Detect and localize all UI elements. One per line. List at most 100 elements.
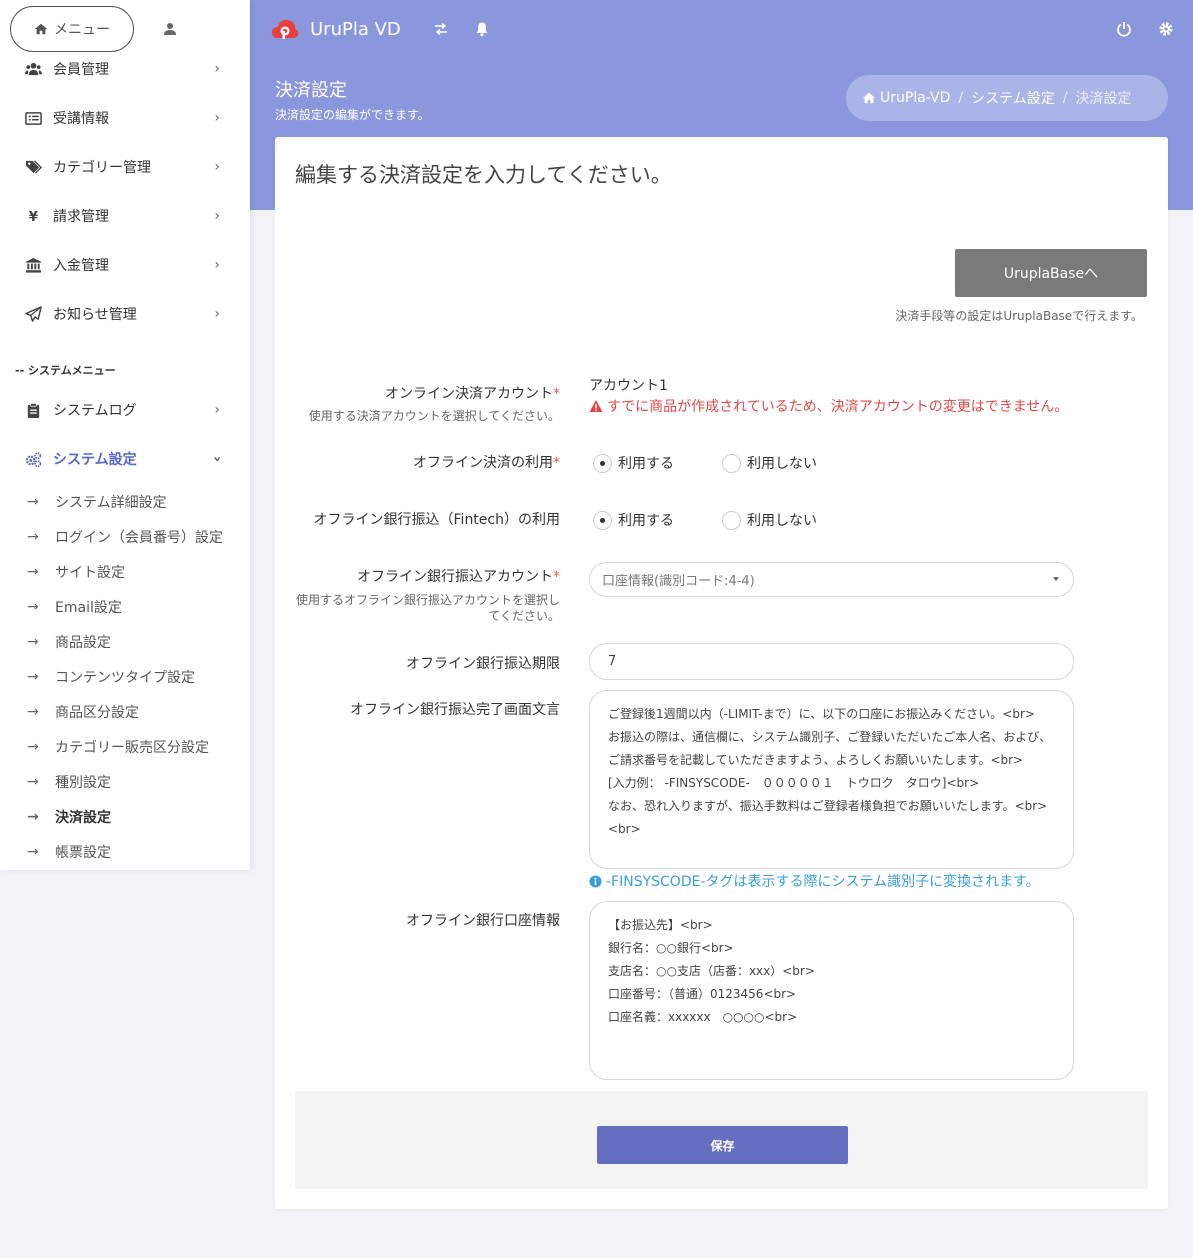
radio-label: 利用しない [747, 456, 817, 472]
swap-icon[interactable] [433, 21, 449, 37]
sidebar-item-billing[interactable]: ¥ 請求管理 › [0, 201, 250, 231]
bank-account-select[interactable]: 口座情報(識別コード:4-4) [589, 562, 1074, 597]
sidebar-item-courses[interactable]: 受講情報 › [0, 103, 250, 133]
chevron-right-icon: › [214, 208, 220, 224]
form-footer: 保存 [295, 1091, 1148, 1189]
arrow-icon: → [27, 669, 39, 685]
chevron-down-icon: › [209, 456, 226, 462]
sidebar-item-label: お知らせ管理 [53, 307, 137, 323]
radio-label: 利用する [618, 456, 674, 472]
deadline-label: オフライン銀行振込期限 [406, 656, 560, 672]
tags-icon [24, 158, 42, 176]
arrow-icon: → [27, 774, 39, 790]
sidebar-item-members[interactable]: 会員管理 › [0, 54, 250, 84]
uruplabase-button[interactable]: UruplaBaseへ [955, 249, 1147, 297]
page-subtitle: 決済設定の編集ができます。 [275, 108, 430, 122]
arrow-icon: → [27, 634, 39, 650]
online-account-label: オンライン決済アカウント* [385, 386, 560, 402]
sidebar-item-label: 請求管理 [53, 209, 109, 225]
sub-item-content-type[interactable]: → コンテンツタイプ設定 [27, 667, 195, 687]
user-icon[interactable] [162, 21, 178, 37]
cloud-logo-icon[interactable] [270, 16, 300, 42]
complete-text-label: オフライン銀行振込完了画面文言 [350, 702, 560, 718]
users-icon [24, 60, 42, 78]
gear-icon[interactable] [1158, 21, 1174, 37]
arrow-icon: → [27, 494, 39, 510]
offline-use-label: オフライン決済の利用* [413, 455, 560, 471]
breadcrumb-current: 決済設定 [1075, 91, 1132, 107]
breadcrumb-separator: / [958, 90, 964, 106]
cogs-icon [24, 450, 42, 468]
fintech-radio-group: 利用する 利用しない [593, 510, 817, 530]
offline-use-radio-group: 利用する 利用しない [593, 453, 817, 473]
sidebar-item-label: 会員管理 [53, 62, 109, 78]
arrow-icon: → [27, 529, 39, 545]
radio-label: 利用する [618, 513, 674, 529]
caret-down-icon [1053, 577, 1059, 581]
chevron-right-icon: › [214, 110, 220, 126]
sub-item-product-class[interactable]: → 商品区分設定 [27, 702, 139, 722]
info-icon [589, 874, 602, 888]
sub-item-site[interactable]: → サイト設定 [27, 562, 125, 582]
info-note: -FINSYSCODE-タグは表示する際にシステム識別子に変換されます。 [589, 871, 1040, 891]
sidebar: メニュー 会員管理 › 受講情報 › カテゴリー管理 › ¥ 請求管理 › 入金… [0, 0, 250, 870]
select-value: 口座情報(識別コード:4-4) [602, 574, 755, 589]
fintech-yes-radio[interactable] [593, 510, 612, 530]
online-account-hint: 使用する決済アカウントを選択してください。 [308, 409, 560, 423]
offline-use-no-radio[interactable] [722, 453, 741, 473]
sub-item-email[interactable]: → Email設定 [27, 597, 122, 617]
breadcrumb-separator: / [1062, 90, 1068, 106]
save-button[interactable]: 保存 [597, 1126, 848, 1164]
arrow-icon: → [27, 564, 39, 580]
bank-account-hint: 使用するオフライン銀行振込アカウントを選択してください。 [295, 593, 560, 623]
deadline-input[interactable]: 7 [589, 643, 1074, 680]
menu-button[interactable]: メニュー [10, 6, 134, 52]
home-icon [862, 92, 876, 104]
card-title: 編集する決済設定を入力してください。 [295, 163, 672, 187]
fintech-no-radio[interactable] [722, 510, 741, 530]
top-bar: UruPla VD [250, 0, 1193, 58]
arrow-icon: → [27, 844, 39, 860]
svg-text:¥: ¥ [28, 210, 38, 225]
chevron-right-icon: › [214, 257, 220, 273]
power-icon[interactable] [1116, 21, 1132, 37]
sub-item-category-sales[interactable]: → カテゴリー販売区分設定 [27, 737, 209, 757]
arrow-icon: → [27, 809, 39, 825]
chevron-right-icon: › [214, 306, 220, 322]
sidebar-item-system-log[interactable]: システムログ › [0, 395, 250, 425]
sub-item-payment[interactable]: → 決済設定 [27, 807, 111, 827]
home-icon [34, 23, 48, 35]
sidebar-item-system-settings[interactable]: システム設定 › [0, 444, 250, 474]
bank-info-textarea[interactable]: 【お振込先】<br> 銀行名：○○銀行<br> 支店名：○○支店（店番：xxx）… [589, 901, 1074, 1080]
brand-name: UruPla VD [310, 18, 401, 40]
sidebar-item-payments[interactable]: 入金管理 › [0, 250, 250, 280]
complete-text-textarea[interactable]: ご登録後1週間以内（-LIMIT-まで）に、以下の口座にお振込みください。<br… [589, 690, 1074, 869]
bank-account-label: オフライン銀行振込アカウント* [357, 569, 560, 585]
sub-item-login[interactable]: → ログイン（会員番号）設定 [27, 527, 223, 547]
list-icon [24, 109, 42, 127]
arrow-icon: → [27, 599, 39, 615]
breadcrumb-system-settings[interactable]: システム設定 [971, 88, 1055, 108]
sub-item-system-detail[interactable]: → システム詳細設定 [27, 492, 167, 512]
paper-plane-icon [24, 305, 42, 323]
offline-use-yes-radio[interactable] [593, 453, 612, 473]
menu-button-label: メニュー [54, 22, 110, 38]
sidebar-item-categories[interactable]: カテゴリー管理 › [0, 152, 250, 182]
settings-card: 編集する決済設定を入力してください。 UruplaBaseへ 決済手段等の設定は… [275, 137, 1168, 1209]
sub-item-forms[interactable]: → 帳票設定 [27, 842, 111, 862]
warning-icon [589, 400, 603, 412]
sidebar-item-label: システム設定 [53, 452, 137, 468]
sub-item-product[interactable]: → 商品設定 [27, 632, 111, 652]
breadcrumb-home[interactable]: UruPla-VD [880, 90, 950, 106]
sidebar-item-label: カテゴリー管理 [53, 160, 151, 176]
breadcrumb: UruPla-VD / システム設定 / 決済設定 [846, 75, 1168, 121]
chevron-right-icon: › [214, 402, 220, 418]
chevron-right-icon: › [214, 61, 220, 77]
chevron-right-icon: › [214, 159, 220, 175]
bell-icon[interactable] [474, 21, 490, 37]
system-menu-heading: -- システムメニュー [15, 364, 116, 377]
radio-label: 利用しない [747, 513, 817, 529]
sidebar-item-notices[interactable]: お知らせ管理 › [0, 299, 250, 329]
sub-item-type[interactable]: → 種別設定 [27, 772, 111, 792]
sidebar-top: メニュー [0, 0, 250, 58]
